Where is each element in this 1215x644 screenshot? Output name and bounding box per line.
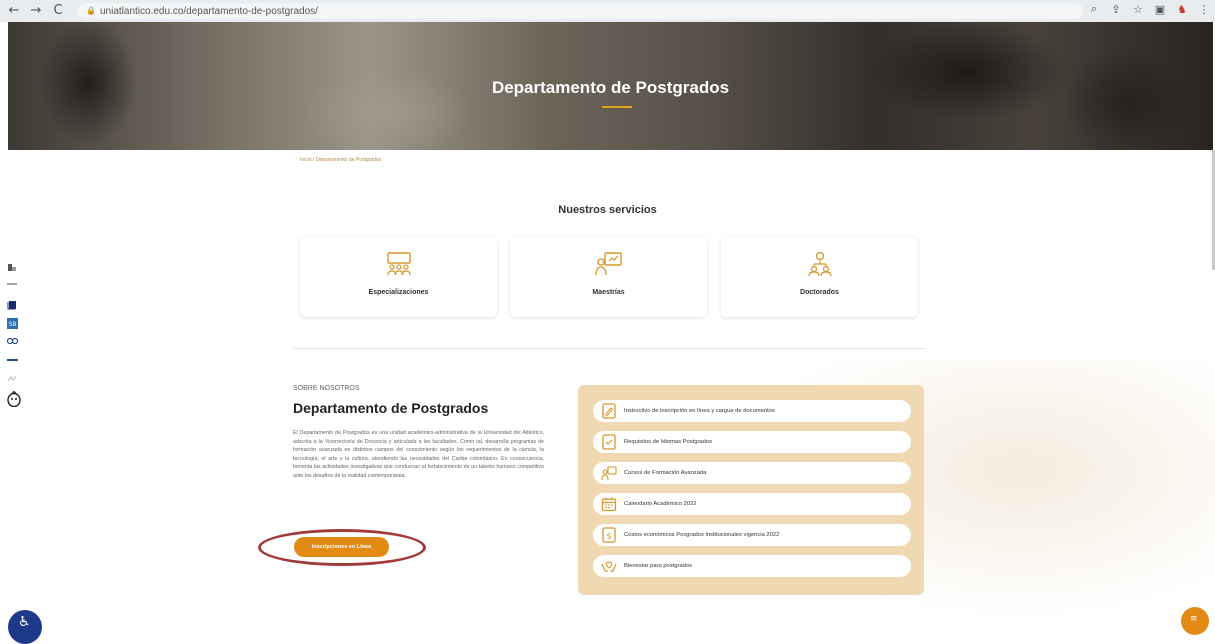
- inscripciones-button[interactable]: Inscripciones en Línea: [294, 537, 389, 557]
- checklist-document-icon: [602, 434, 616, 450]
- accessibility-button[interactable]: ♿: [8, 610, 42, 644]
- link-label: Bienestar para postgrados: [624, 563, 692, 569]
- link-label: Costos económicos Posgrados instituciona…: [624, 532, 780, 538]
- gov-logo-icon[interactable]: [7, 282, 17, 286]
- hero-banner: Departamento de Postgrados: [8, 22, 1213, 150]
- link-bienestar[interactable]: Bienestar para postgrados: [593, 555, 911, 577]
- breadcrumb[interactable]: Inicio / Departamento de Postgrados: [300, 157, 381, 163]
- link-label: Instructivo de inscripción en línea y ca…: [624, 408, 775, 414]
- service-label: Maestrías: [592, 289, 625, 296]
- extension-icon[interactable]: ♞: [1175, 3, 1189, 16]
- services-title: Nuestros servicios: [558, 204, 657, 216]
- group-presentation-icon: [386, 252, 411, 276]
- link-label: Requisitos de Idiomas Postgrados: [624, 439, 712, 445]
- browser-actions: ⌕ ⇪ ☆ ▣ ♞ ⋮: [1087, 2, 1211, 16]
- links-panel: Instructivo de inscripción en línea y ca…: [578, 385, 924, 595]
- service-card-maestrias[interactable]: Maestrías: [510, 237, 707, 317]
- network-logo-icon[interactable]: [7, 358, 18, 362]
- library-logo-icon[interactable]: SB: [7, 318, 18, 329]
- share-icon[interactable]: ⇪: [1109, 3, 1123, 16]
- link-requisitos-idiomas[interactable]: Requisitos de Idiomas Postgrados: [593, 431, 911, 453]
- forward-icon[interactable]: →: [28, 3, 44, 19]
- brand-logo-icon[interactable]: [7, 375, 17, 383]
- chat-bot-icon[interactable]: [7, 391, 21, 407]
- teacher-board-icon: [594, 252, 622, 276]
- calendar-icon: [601, 497, 617, 512]
- about-description: El Departamento de Postgrados es una uni…: [293, 430, 544, 479]
- money-document-icon: $: [602, 527, 616, 543]
- pen-document-icon: [602, 403, 616, 419]
- reload-icon[interactable]: C: [50, 3, 66, 19]
- lock-icon[interactable]: 🔒: [86, 7, 96, 15]
- service-label: Especializaciones: [368, 289, 429, 296]
- chat-button[interactable]: ≡: [1181, 607, 1209, 635]
- link-costos[interactable]: $ Costos económicos Posgrados institucio…: [593, 524, 911, 546]
- chat-icon: ≡: [1190, 614, 1198, 624]
- institution-logo-icon[interactable]: [7, 262, 17, 272]
- link-label: Cursos de Formación Avanzada: [624, 470, 707, 476]
- address-bar[interactable]: 🔒 uniatlantico.edu.co/departamento-de-po…: [78, 3, 1083, 19]
- service-card-especializaciones[interactable]: Especializaciones: [300, 237, 497, 317]
- svg-text:SB: SB: [9, 321, 17, 328]
- about-kicker: SOBRE NOSOTROS: [293, 385, 360, 392]
- section-divider: [293, 348, 925, 349]
- service-label: Doctorados: [800, 289, 839, 296]
- link-calendario[interactable]: Calendario Académico 2022: [593, 493, 911, 515]
- zoom-icon[interactable]: ⌕: [1087, 2, 1101, 16]
- svg-text:$: $: [606, 532, 611, 541]
- partner-logo-icon[interactable]: [7, 337, 18, 346]
- back-icon[interactable]: ←: [6, 3, 22, 19]
- hero-title: Departamento de Postgrados: [491, 78, 730, 97]
- hero-underline: [602, 106, 632, 108]
- about-title: Departamento de Postgrados: [293, 400, 489, 416]
- link-cursos-formacion[interactable]: Cursos de Formación Avanzada: [593, 462, 911, 484]
- link-instructivo[interactable]: Instructivo de inscripción en línea y ca…: [593, 400, 911, 422]
- people-hierarchy-icon: [807, 251, 832, 277]
- service-card-doctorados[interactable]: Doctorados: [721, 237, 918, 317]
- sidebar-icon[interactable]: ▣: [1153, 3, 1167, 16]
- teacher-board-icon: [601, 466, 617, 481]
- star-icon[interactable]: ☆: [1131, 3, 1145, 16]
- accessibility-icon: ♿: [18, 614, 31, 630]
- book-icon[interactable]: [7, 300, 17, 310]
- menu-icon[interactable]: ⋮: [1197, 3, 1211, 16]
- link-label: Calendario Académico 2022: [624, 501, 697, 507]
- hands-heart-icon: [601, 561, 617, 572]
- url-text[interactable]: uniatlantico.edu.co/departamento-de-post…: [100, 6, 318, 17]
- browser-toolbar: ← → C 🔒 uniatlantico.edu.co/departamento…: [0, 0, 1215, 22]
